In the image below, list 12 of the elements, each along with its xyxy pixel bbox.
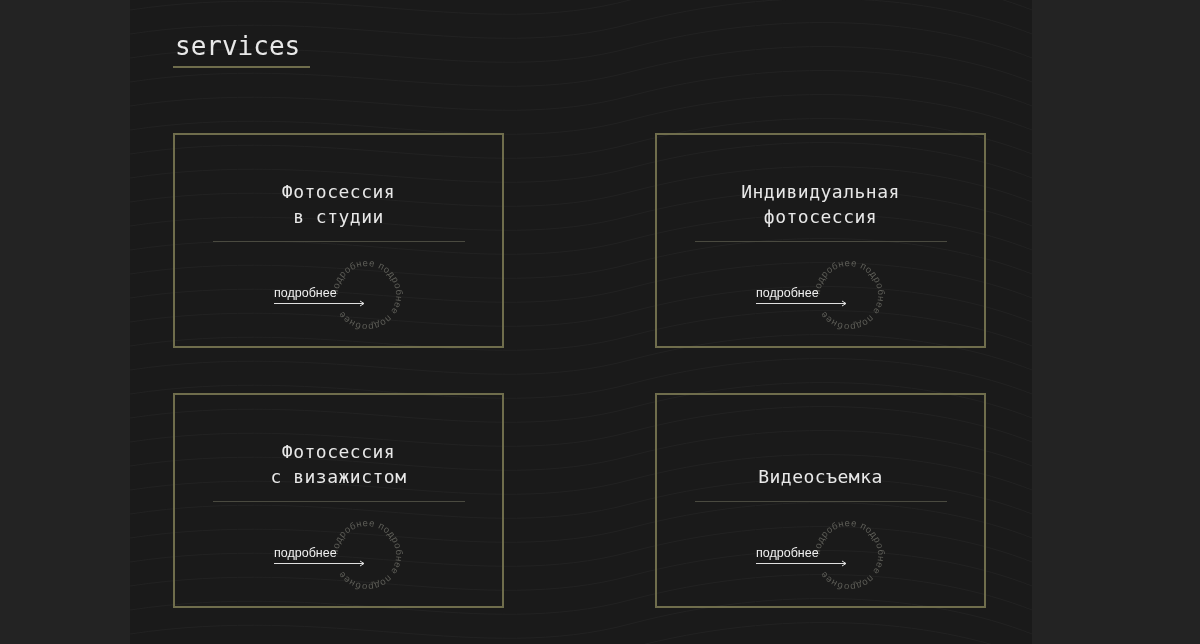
arrow-icon bbox=[756, 300, 848, 307]
card-title: Индивидуальная bbox=[741, 180, 900, 204]
section-heading: services bbox=[174, 30, 302, 62]
card-title: в студии bbox=[293, 205, 384, 229]
card-title: Видеосъемка bbox=[758, 465, 883, 489]
card-title: Фотосессия bbox=[281, 440, 396, 464]
arrow-icon bbox=[274, 560, 366, 567]
arrow-icon bbox=[274, 300, 366, 307]
card-title: с визажистом bbox=[270, 465, 407, 489]
card-title: фотосессия bbox=[763, 205, 878, 229]
arrow-icon bbox=[756, 560, 848, 567]
card-title: Фотосессия bbox=[281, 180, 396, 204]
